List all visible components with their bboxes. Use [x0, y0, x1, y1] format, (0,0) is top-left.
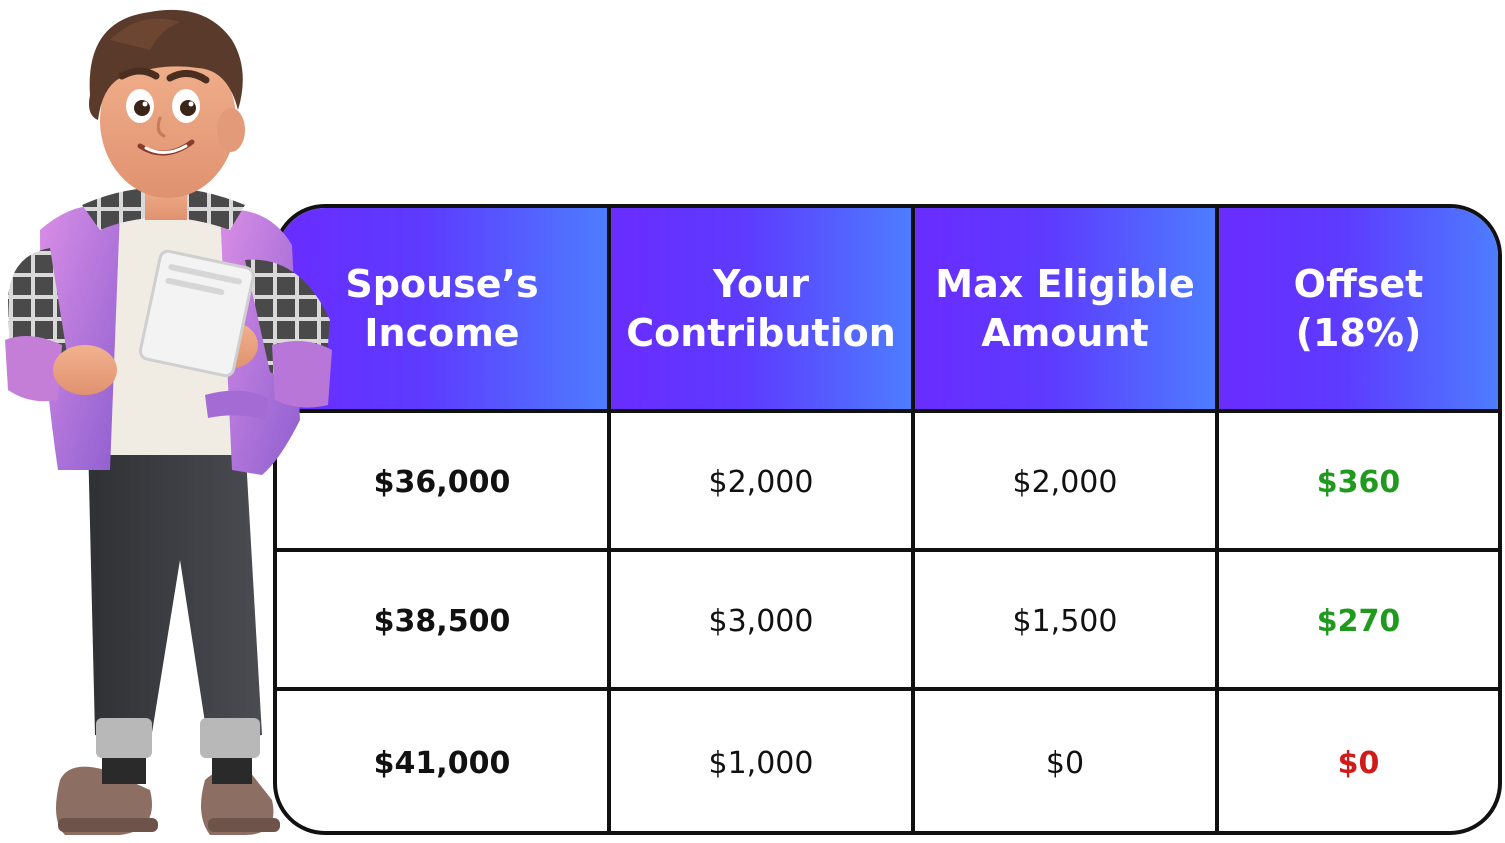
header-label: Your — [713, 261, 809, 306]
cartoon-man-holding-notepad-icon — [5, 9, 332, 835]
cell-contribution: $3,000 — [611, 552, 915, 691]
cell-contribution: $1,000 — [611, 691, 915, 831]
cell-max-eligible: $2,000 — [915, 413, 1219, 552]
cell-offset: $360 — [1219, 413, 1498, 552]
contribution-offset-table: Spouse’s Income Your Contribution Max El… — [273, 204, 1502, 835]
header-label: Income — [364, 310, 520, 355]
header-offset: Offset (18%) — [1219, 208, 1498, 413]
header-label: Offset (18%) — [1293, 261, 1424, 355]
header-label: Contribution — [626, 310, 896, 355]
header-label: Amount — [981, 310, 1149, 355]
header-label: Spouse’s — [345, 261, 539, 306]
cell-max-eligible: $0 — [915, 691, 1219, 831]
cell-contribution: $2,000 — [611, 413, 915, 552]
table-grid: Spouse’s Income Your Contribution Max El… — [277, 208, 1498, 831]
header-your-contribution: Your Contribution — [611, 208, 915, 413]
cell-offset: $0 — [1337, 745, 1380, 781]
cell-offset: $270 — [1219, 552, 1498, 691]
cell-max-eligible: $1,500 — [915, 552, 1219, 691]
header-max-eligible-amount: Max Eligible Amount — [915, 208, 1219, 413]
header-label: Max Eligible — [935, 261, 1195, 306]
